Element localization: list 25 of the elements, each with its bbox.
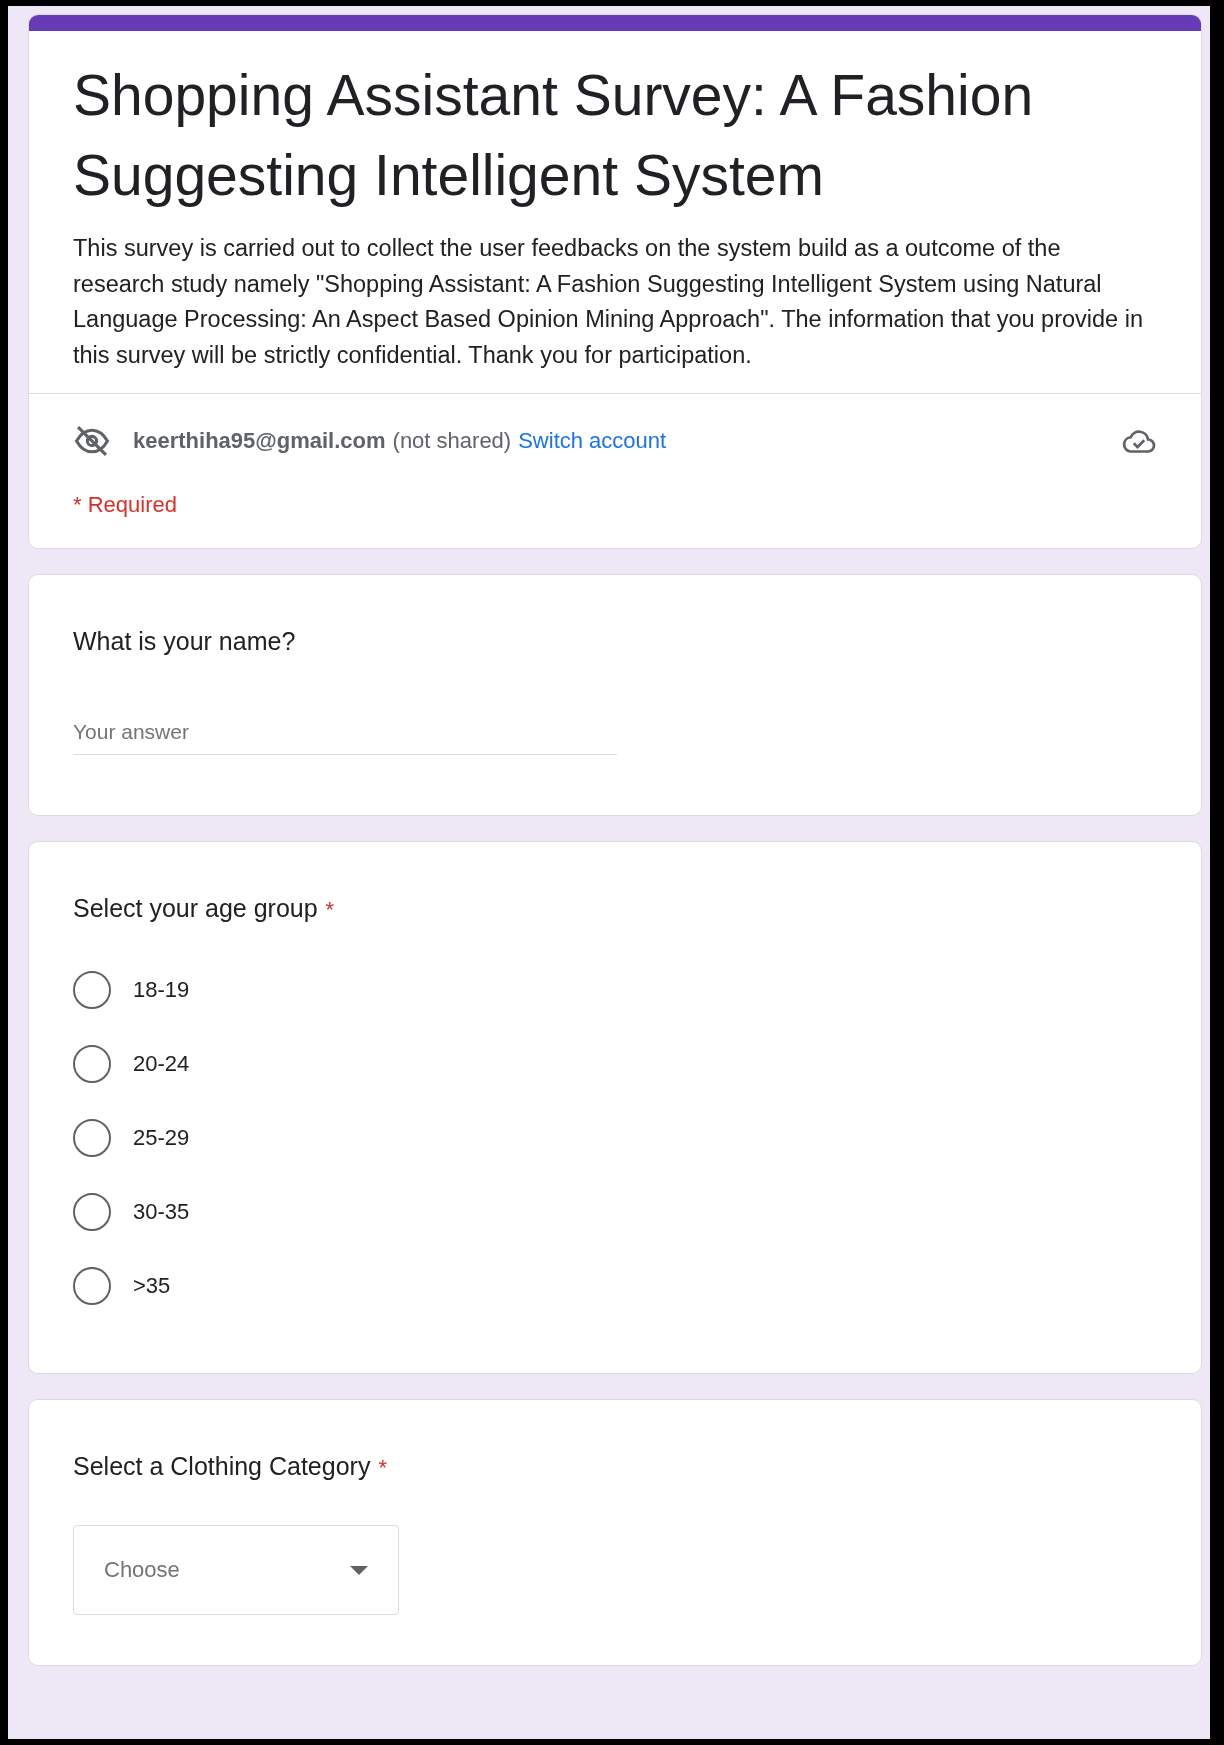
option-label: 30-35 — [133, 1199, 190, 1225]
not-shared-note: (not shared) — [392, 428, 512, 454]
cloud-check-icon — [1121, 427, 1157, 455]
required-asterisk: * — [378, 1455, 387, 1481]
radio-button[interactable] — [73, 1045, 111, 1083]
question-title: What is your name? — [73, 627, 296, 656]
choose-dropdown[interactable]: Choose — [73, 1525, 399, 1615]
radio-button[interactable] — [73, 1119, 111, 1157]
required-asterisk: * — [325, 897, 335, 923]
account-email: keerthiha95@gmail.com — [133, 428, 386, 454]
form-description: This survey is carried out to collect the user feedbacks on the system build as a outcome of the research study namely "Shopping Assistant: A Fashion Suggesting Intelligent System using Natural Language Processing: An Aspect Based Opinion Mining Approach". The information that you provide in this survey will be strictly confidential. Thank you for participation. — [73, 234, 1144, 370]
caret-icon — [350, 1565, 368, 1575]
question-title: Select a Clothing Category — [73, 1452, 371, 1481]
option-label: >35 — [133, 1273, 171, 1299]
option-label: 18-19 — [133, 977, 190, 1003]
question-title: Select your age group — [73, 894, 318, 923]
option-label: 25-29 — [133, 1125, 190, 1151]
switch-account-link[interactable]: Switch account — [518, 428, 667, 454]
required-note: * Required — [73, 492, 178, 518]
form-title: Shopping Assistant Survey: A Fashion Suggesting Intelligent System — [73, 62, 1035, 209]
option-label: 20-24 — [133, 1051, 190, 1077]
radio-button[interactable] — [73, 971, 111, 1009]
radio-button[interactable] — [73, 1267, 111, 1305]
radio-button[interactable] — [73, 1193, 111, 1231]
hidden-eye-icon — [73, 424, 111, 458]
